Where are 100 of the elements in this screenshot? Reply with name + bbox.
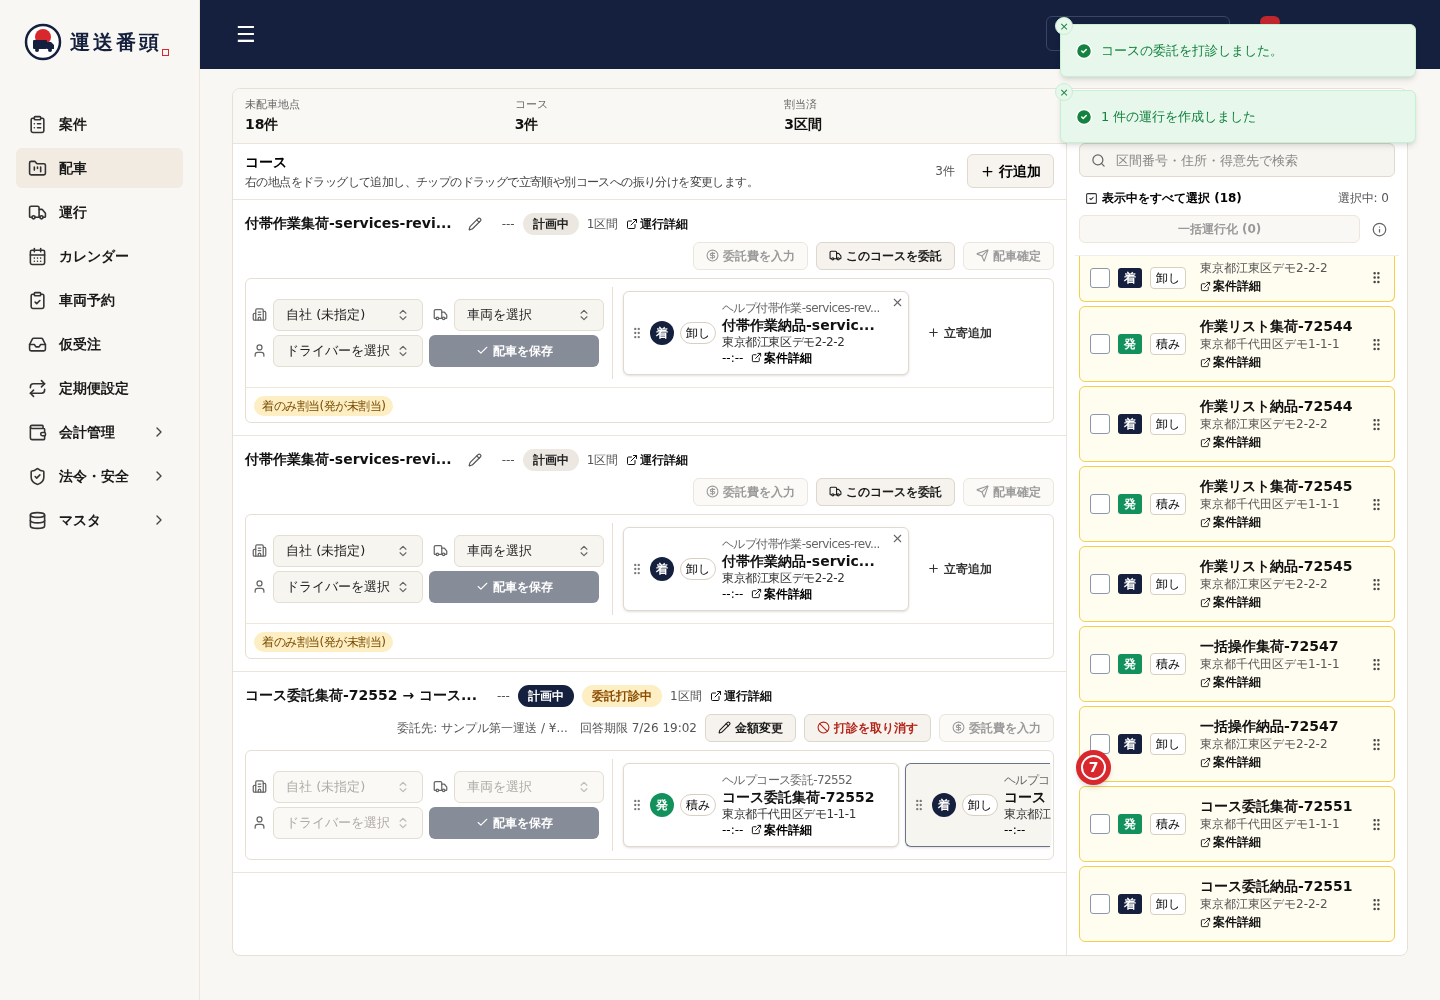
- checkbox[interactable]: [1090, 414, 1110, 434]
- add-row-button[interactable]: 行追加: [967, 154, 1054, 188]
- status-badge: 計画中: [522, 212, 579, 235]
- sidebar-item[interactable]: カレンダー: [16, 236, 183, 276]
- truck-icon: [433, 779, 448, 794]
- truck-icon: [829, 249, 842, 262]
- stop-chip: 発: [1118, 494, 1142, 514]
- sidebar-item[interactable]: マスタ: [16, 500, 183, 540]
- check-icon: [475, 580, 489, 593]
- dollar-icon: [952, 721, 965, 734]
- detail-link[interactable]: 案件詳細: [1200, 353, 1361, 372]
- sidebar-item[interactable]: 配車: [16, 148, 183, 188]
- stat-label: 未配車地点: [245, 97, 301, 113]
- unassigned-card[interactable]: 発 積み 作業リスト集荷-72544 東京都千代田区デモ1-1-1 案件詳細: [1079, 306, 1395, 382]
- stop-help: ヘルプコース委託-72552: [722, 771, 854, 788]
- unassigned-card[interactable]: 着 卸し コース委託納品-72551 東京都江東区デモ2-2-2 案件詳細: [1079, 866, 1395, 942]
- external-link-icon: [626, 217, 639, 230]
- vehicle-number: ---: [501, 451, 515, 469]
- stat-value: 3区間: [784, 114, 824, 134]
- unassigned-card[interactable]: 着 卸し 作業リスト納品-72545 東京都江東区デモ2-2-2 案件詳細: [1079, 546, 1395, 622]
- item-title: 一括操作集荷-72547: [1200, 637, 1340, 656]
- detail-link[interactable]: 案件詳細: [1200, 673, 1361, 692]
- folder-icon: [28, 158, 47, 178]
- add-stop-button[interactable]: 立寄追加: [927, 559, 992, 578]
- sidebar-item[interactable]: 法令・安全: [16, 456, 183, 496]
- detail-link[interactable]: 案件詳細: [751, 349, 813, 366]
- checkbox[interactable]: [1090, 734, 1110, 754]
- action-tag: 卸し: [680, 557, 716, 580]
- sidebar-item[interactable]: 定期便設定: [16, 368, 183, 408]
- select-all-label: 表示中をすべて選択 (18): [1102, 190, 1242, 207]
- search-field[interactable]: 区間番号・住所・得意先で検索: [1079, 143, 1395, 177]
- sidebar-item[interactable]: 会計管理: [16, 412, 183, 452]
- stop-title: 付帯作業納品-servic...: [722, 551, 876, 570]
- toast-close-button[interactable]: ×: [1055, 83, 1073, 101]
- send-icon: [976, 485, 989, 498]
- external-link-icon: [1200, 280, 1211, 292]
- plus-icon: [927, 562, 940, 575]
- add-stop-button[interactable]: 立寄追加: [927, 323, 992, 342]
- checkbox[interactable]: [1090, 654, 1110, 674]
- stop-chip: 発: [1118, 334, 1142, 354]
- checkbox[interactable]: [1090, 494, 1110, 514]
- external-link-icon: [1200, 837, 1211, 848]
- external-link-icon: [709, 689, 722, 702]
- select-field[interactable]: 自社 (未指定): [273, 298, 423, 331]
- item-title: 作業リスト集荷-72544: [1200, 317, 1354, 336]
- sidebar-item[interactable]: 車両予約: [16, 280, 183, 320]
- checkbox[interactable]: [1090, 894, 1110, 914]
- toast-message: 1 件の運行を作成しました: [1101, 107, 1257, 126]
- external-link-icon: [1200, 437, 1211, 448]
- detail-link[interactable]: 案件詳細: [1200, 913, 1361, 932]
- unassigned-card[interactable]: 着 卸し 東京都江東区デモ2-2-2 案件詳細: [1079, 256, 1395, 302]
- action-tag: 卸し: [1150, 893, 1186, 915]
- stop-time: --:--: [722, 821, 744, 838]
- trip-detail-link[interactable]: 運行詳細: [626, 450, 689, 469]
- status-badge: 計画中: [522, 448, 579, 471]
- user-icon: [252, 579, 267, 594]
- stop-chip: 発: [650, 792, 674, 817]
- dollar-icon: [706, 485, 719, 498]
- item-address: 東京都千代田区デモ1-1-1: [1200, 656, 1341, 673]
- selected-count: 選択中: 0: [1337, 190, 1389, 207]
- assignment-note: 着のみ割当(発が未割当): [254, 631, 394, 652]
- stop-address: 東京都千代田区デモ1-1-1: [722, 805, 857, 822]
- detail-link[interactable]: 案件詳細: [751, 585, 813, 602]
- unassigned-card[interactable]: 発 積み 作業リスト集荷-72545 東京都千代田区デモ1-1-1 案件詳細: [1079, 466, 1395, 542]
- sidebar-item[interactable]: 仮受注: [16, 324, 183, 364]
- detail-link[interactable]: 案件詳細: [1200, 433, 1361, 452]
- clipboard-icon: [28, 114, 47, 134]
- select-field[interactable]: ドライバーを選択: [273, 570, 423, 603]
- action-button[interactable]: このコースを委託: [816, 477, 955, 506]
- detail-link[interactable]: 案件詳細: [1200, 513, 1361, 532]
- check-circle-icon: [1075, 41, 1093, 60]
- detail-link[interactable]: 案件詳細: [1200, 593, 1361, 612]
- checkbox[interactable]: [1090, 814, 1110, 834]
- unassigned-card[interactable]: 発 積み コース委託集荷-72551 東京都千代田区デモ1-1-1 案件詳細: [1079, 786, 1395, 862]
- calendar-icon: [28, 246, 47, 266]
- select-field[interactable]: ドライバーを選択: [273, 334, 423, 367]
- unassigned-card[interactable]: 着 卸し 作業リスト納品-72544 東京都江東区デモ2-2-2 案件詳細: [1079, 386, 1395, 462]
- action-tag: 積み: [1150, 813, 1186, 835]
- select-field[interactable]: 車両を選択: [454, 534, 604, 567]
- checkbox[interactable]: [1090, 267, 1110, 288]
- item-title: コース委託集荷-72551: [1200, 797, 1354, 816]
- detail-link[interactable]: 案件詳細: [1200, 833, 1361, 852]
- stop-time: --:--: [1004, 821, 1026, 838]
- detail-link[interactable]: 案件詳細: [1200, 276, 1361, 296]
- unassigned-card[interactable]: 発 積み 一括操作集荷-72547 東京都千代田区デモ1-1-1 案件詳細: [1079, 626, 1395, 702]
- select-field[interactable]: 自社 (未指定): [273, 534, 423, 567]
- consign-badge: 委託打診中: [581, 684, 662, 707]
- checkbox-icon[interactable]: [1085, 191, 1098, 205]
- sidebar-item[interactable]: 運行: [16, 192, 183, 232]
- pencil-icon[interactable]: [467, 452, 482, 467]
- trip-detail-link[interactable]: 運行詳細: [626, 214, 689, 233]
- info-icon[interactable]: [1372, 221, 1387, 237]
- menu-button[interactable]: ☰: [236, 18, 256, 51]
- select-field[interactable]: 車両を選択: [454, 298, 604, 331]
- checkbox[interactable]: [1090, 574, 1110, 594]
- pencil-icon[interactable]: [467, 216, 482, 231]
- sidebar-item[interactable]: 案件: [16, 104, 183, 144]
- detail-link[interactable]: 案件詳細: [1200, 753, 1361, 772]
- checkbox[interactable]: [1090, 334, 1110, 354]
- action-button[interactable]: このコースを委託: [816, 241, 955, 270]
